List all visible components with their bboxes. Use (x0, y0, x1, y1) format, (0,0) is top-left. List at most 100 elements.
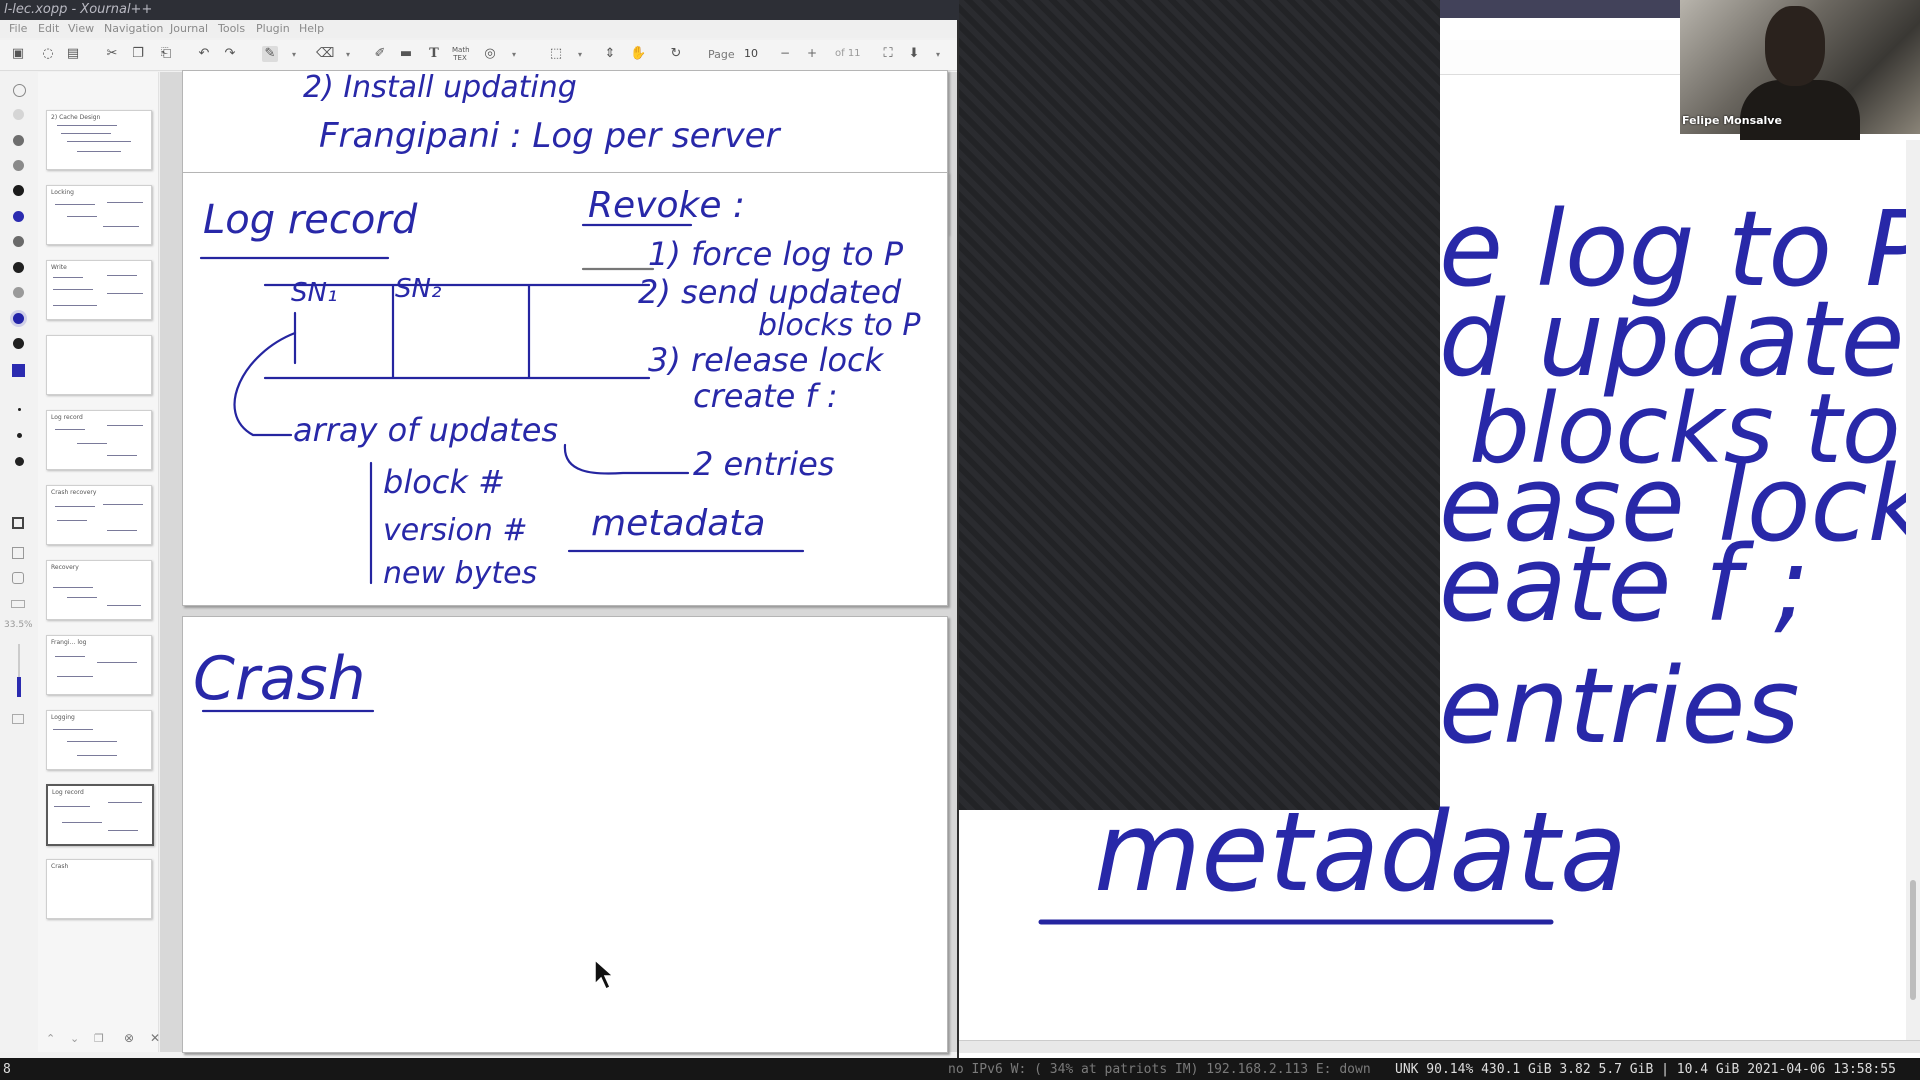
color-swatch-selected-blue[interactable] (13, 313, 24, 324)
color-swatch-black[interactable] (13, 185, 24, 196)
open-icon[interactable]: ▤ (65, 46, 81, 62)
color-swatch-black-2[interactable] (13, 338, 24, 349)
pen-size-thick-icon[interactable] (15, 457, 24, 466)
mouse-cursor-icon (594, 958, 615, 991)
highlighter-icon[interactable]: ✐ (372, 46, 388, 62)
custom-color-icon[interactable] (12, 364, 25, 377)
new-page-icon[interactable]: ◌ (40, 46, 56, 62)
image-icon[interactable]: ▬ (398, 46, 414, 62)
color-swatch-white[interactable] (13, 84, 26, 97)
shape-dropdown-icon[interactable]: ▾ (512, 50, 516, 59)
tool-palette: 33.5% (0, 72, 39, 1052)
menu-tools[interactable]: Tools (218, 22, 245, 35)
next-page-ink: Crash (193, 644, 375, 714)
rotate-icon[interactable]: ↻ (668, 46, 684, 62)
ink-line: 2) Install updating (303, 71, 577, 105)
move-down-icon[interactable]: ⌄ (70, 1032, 79, 1045)
page-thumbnail[interactable]: Crash (46, 859, 152, 919)
color-swatch-gray[interactable] (13, 135, 24, 146)
text-tool-icon[interactable]: T (426, 46, 442, 62)
eraser-dropdown-icon[interactable]: ▾ (346, 50, 350, 59)
zoom-slider-handle[interactable] (17, 677, 21, 697)
page-thumbnail[interactable] (46, 335, 152, 395)
page-number-input[interactable]: 10 (744, 46, 772, 62)
page-label: Page (708, 48, 735, 61)
delete-page-icon[interactable]: ⊗ (124, 1031, 134, 1045)
layer-icon[interactable] (12, 547, 24, 559)
zoom-ink-line: entries (1439, 645, 1800, 767)
page-thumbnail[interactable]: Log record (46, 410, 152, 470)
page-count: of 11 (835, 48, 861, 59)
ink-step3a: 3) release lock (648, 341, 885, 379)
menu-plugin[interactable]: Plugin (256, 22, 290, 35)
select-rect-icon[interactable]: ⬚ (548, 46, 564, 62)
page-current[interactable]: Log record SN₁ SN₂ array of updates bloc… (182, 172, 948, 606)
ink-step1: 1) force log to P (648, 235, 904, 273)
menu-help[interactable]: Help (299, 22, 324, 35)
menu-file[interactable]: File (9, 22, 27, 35)
menu-view[interactable]: View (68, 22, 94, 35)
move-up-icon[interactable]: ⌃ (46, 1032, 55, 1045)
page-thumbnail-selected[interactable]: Log record (46, 784, 154, 846)
system-stats: UNK 90.14% 430.1 GiB 3.82 5.7 GiB | 10.4… (1395, 1062, 1896, 1077)
redo-icon[interactable]: ↷ (222, 46, 238, 62)
ink-log-record: Log record (203, 197, 418, 243)
ink-step2a: 2) send updated (638, 273, 902, 311)
ink-line: Frangipani : Log per server (319, 116, 781, 156)
pen-dropdown-icon[interactable]: ▾ (292, 50, 296, 59)
copy-page-icon[interactable]: ❐ (94, 1032, 104, 1045)
ink-sn2: SN₂ (395, 274, 441, 304)
pen-fill-icon[interactable]: ⬇ (906, 46, 922, 62)
select-dropdown-icon[interactable]: ▾ (578, 50, 582, 59)
fill-icon[interactable] (12, 517, 24, 529)
menu-navigation[interactable]: Navigation (104, 22, 163, 35)
color-swatch-light-gray[interactable] (13, 109, 24, 120)
color-swatch-silver[interactable] (13, 287, 24, 298)
page-next-button[interactable]: + (807, 46, 817, 60)
ink-entries: 2 entries (693, 445, 834, 483)
page-thumbnail[interactable]: Frangi… log (46, 635, 152, 695)
shape-recognizer-icon[interactable]: ◎ (482, 46, 498, 62)
ink-new-bytes: new bytes (383, 556, 537, 591)
color-swatch-mid-gray[interactable] (13, 160, 24, 171)
ink-array-of-updates: array of updates (293, 411, 558, 449)
undo-icon[interactable]: ↶ (196, 46, 212, 62)
save-icon[interactable]: ▣ (10, 46, 26, 62)
menu-journal[interactable]: Journal (170, 22, 208, 35)
page-preview-sidebar: 2) Cache Design Locking Write Log record… (38, 72, 159, 1052)
math-tex-icon[interactable]: Math TEX (452, 46, 470, 62)
zoom-fit-icon[interactable] (12, 572, 24, 584)
page-thumbnail[interactable]: Logging (46, 710, 152, 770)
color-swatch-charcoal[interactable] (13, 262, 24, 273)
fullscreen-icon[interactable]: ⛶ (880, 46, 896, 62)
hand-tool-icon[interactable]: ✋ (630, 46, 646, 62)
page-next[interactable]: Crash (182, 616, 948, 1053)
close-sidebar-icon[interactable]: ✕ (150, 1031, 160, 1045)
menu-edit[interactable]: Edit (38, 22, 59, 35)
pen-size-fine-icon[interactable] (18, 408, 21, 411)
zoom-scrollbar-thumb[interactable] (1910, 880, 1916, 1000)
cut-icon[interactable]: ✂ (104, 46, 120, 62)
grid-icon[interactable] (11, 600, 25, 608)
vertical-space-icon[interactable]: ⇕ (602, 46, 618, 62)
workspace-indicator[interactable]: 8 (3, 1062, 11, 1077)
paste-icon[interactable]: ⎗ (158, 46, 174, 62)
page-thumbnail[interactable]: Recovery (46, 560, 152, 620)
color-swatch-blue[interactable] (13, 211, 24, 222)
eraser-icon[interactable]: ⌫ (316, 46, 334, 62)
ink-step3b: create f : (693, 377, 838, 415)
page-thumbnail[interactable]: Write (46, 260, 152, 320)
page-thumbnail[interactable]: Crash recovery (46, 485, 152, 545)
color-swatch-dark-gray[interactable] (13, 236, 24, 247)
home-icon[interactable] (12, 714, 24, 724)
page-thumbnail[interactable]: 2) Cache Design (46, 110, 152, 170)
toolbar-more-icon[interactable]: ▾ (936, 50, 940, 59)
pen-size-medium-icon[interactable] (17, 433, 22, 438)
page-thumbnail[interactable]: Locking (46, 185, 152, 245)
ink-sn1: SN₁ (291, 278, 337, 308)
document-canvas[interactable]: 2) Install updating Frangipani : Log per… (160, 70, 957, 1053)
window-title: l-lec.xopp - Xournal++ (4, 2, 153, 17)
pen-tool-icon[interactable]: ✎ (262, 46, 278, 62)
copy-icon[interactable]: ❐ (130, 46, 146, 62)
page-previous-button[interactable]: − (780, 46, 790, 60)
